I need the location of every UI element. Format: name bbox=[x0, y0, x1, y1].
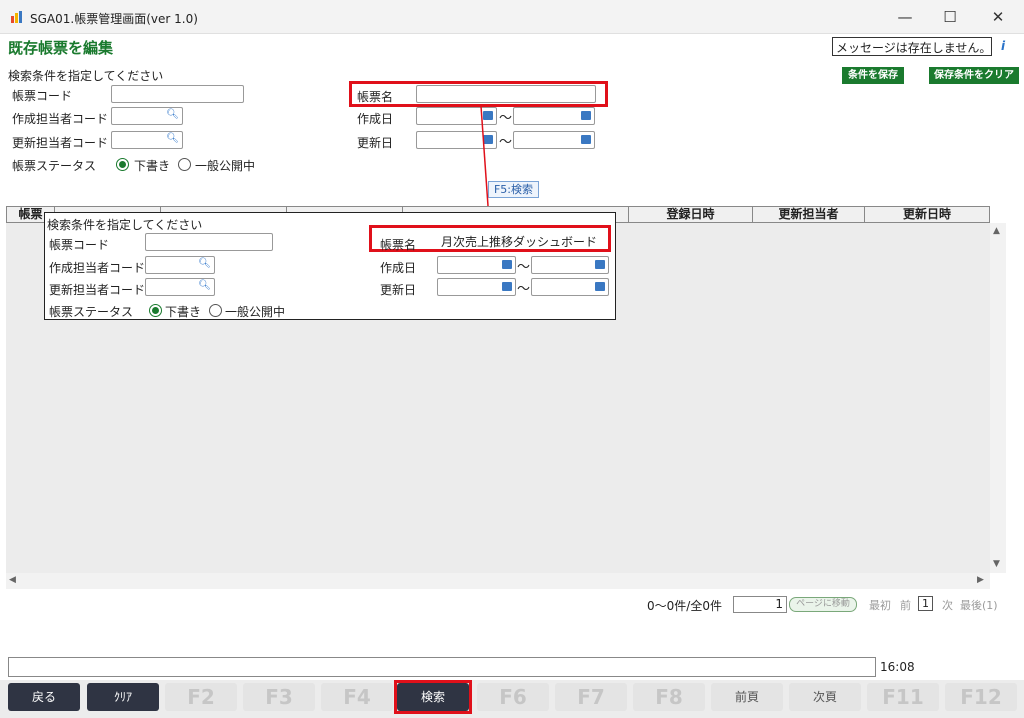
prev-page-key[interactable]: 前頁 bbox=[711, 683, 783, 711]
zoom-report-code-input[interactable] bbox=[145, 233, 273, 251]
updated-date-to[interactable] bbox=[513, 131, 595, 149]
scroll-up-icon[interactable]: ▲ bbox=[993, 226, 1000, 236]
zoom-updated-date-from[interactable] bbox=[437, 278, 516, 296]
info-icon[interactable]: i bbox=[1001, 39, 1005, 53]
report-code-label: 帳票コード bbox=[12, 89, 73, 103]
prev-page-link[interactable]: 前 bbox=[900, 597, 911, 613]
window-title: SGA01.帳票管理画面(ver 1.0) bbox=[30, 12, 198, 26]
horizontal-scrollbar[interactable]: ◀ ▶ bbox=[6, 573, 990, 589]
f3-key[interactable]: F3 bbox=[243, 683, 315, 711]
column-header-updated[interactable]: 更新日時 bbox=[865, 207, 989, 222]
f6-key[interactable]: F6 bbox=[477, 683, 549, 711]
zoom-updated-date-to[interactable] bbox=[531, 278, 609, 296]
zoom-report-code-label: 帳票コード bbox=[49, 238, 110, 252]
creator-code-input[interactable]: 🔍︎ bbox=[111, 107, 183, 125]
close-icon[interactable]: ✕ bbox=[978, 6, 1018, 28]
updater-code-input[interactable]: 🔍︎ bbox=[111, 131, 183, 149]
page-title: 既存帳票を編集 bbox=[8, 39, 114, 57]
zoom-status-label: 帳票ステータス bbox=[49, 305, 134, 319]
save-conditions-button[interactable]: 条件を保存 bbox=[842, 67, 904, 84]
zoom-status-draft-radio[interactable] bbox=[149, 304, 162, 317]
calendar-icon[interactable] bbox=[502, 260, 512, 269]
zoom-created-date-to[interactable] bbox=[531, 256, 609, 274]
report-code-input[interactable] bbox=[111, 85, 244, 103]
status-public-radio[interactable] bbox=[178, 158, 191, 171]
zoom-date-range-tilde: 〜 bbox=[517, 282, 531, 297]
search-icon[interactable]: 🔍︎ bbox=[198, 258, 211, 269]
page-number-input[interactable]: 1 bbox=[733, 596, 787, 613]
creator-code-label: 作成担当者コード bbox=[12, 112, 109, 126]
updater-code-label: 更新担当者コード bbox=[12, 136, 109, 150]
zoom-updater-code-input[interactable]: 🔍︎ bbox=[145, 278, 215, 296]
status-draft-label: 下書き bbox=[134, 159, 171, 173]
date-range-tilde: 〜 bbox=[499, 135, 513, 150]
search-key[interactable]: 検索 bbox=[397, 683, 469, 711]
report-name-label: 帳票名 bbox=[357, 90, 394, 104]
zoom-report-name-label: 帳票名 bbox=[380, 238, 417, 252]
go-to-page-button[interactable]: ページに移動 bbox=[789, 597, 857, 612]
zoom-created-date-label: 作成日 bbox=[380, 261, 417, 275]
zoom-date-range-tilde: 〜 bbox=[517, 260, 531, 275]
zoom-creator-code-input[interactable]: 🔍︎ bbox=[145, 256, 215, 274]
scroll-right-icon[interactable]: ▶ bbox=[977, 575, 984, 585]
result-count: 0〜0件/全0件 bbox=[647, 599, 722, 613]
calendar-icon[interactable] bbox=[502, 282, 512, 291]
clear-button[interactable]: ｸﾘｱ bbox=[87, 683, 159, 711]
clear-saved-conditions-button[interactable]: 保存条件をクリア bbox=[929, 67, 1019, 84]
search-icon[interactable]: 🔍︎ bbox=[166, 109, 179, 120]
message-box: メッセージは存在しません。 bbox=[832, 37, 992, 56]
f2-key[interactable]: F2 bbox=[165, 683, 237, 711]
zoom-status-draft-label: 下書き bbox=[165, 305, 202, 319]
vertical-scrollbar[interactable]: ▲ ▼ bbox=[990, 223, 1006, 573]
next-page-link[interactable]: 次 bbox=[942, 597, 953, 613]
current-page: 1 bbox=[918, 596, 933, 611]
scroll-down-icon[interactable]: ▼ bbox=[993, 559, 1000, 569]
scroll-left-icon[interactable]: ◀ bbox=[9, 575, 16, 585]
f8-key[interactable]: F8 bbox=[633, 683, 705, 711]
f4-key[interactable]: F4 bbox=[321, 683, 393, 711]
zoom-updated-date-label: 更新日 bbox=[380, 283, 417, 297]
last-page-link[interactable]: 最後(1) bbox=[960, 597, 998, 613]
search-section-title: 検索条件を指定してください bbox=[8, 69, 164, 83]
f11-key[interactable]: F11 bbox=[867, 683, 939, 711]
zoom-status-public-label: 一般公開中 bbox=[225, 305, 286, 319]
search-icon[interactable]: 🔍︎ bbox=[166, 133, 179, 144]
f7-key[interactable]: F7 bbox=[555, 683, 627, 711]
maximize-icon[interactable]: ☐ bbox=[930, 6, 970, 28]
app-icon bbox=[11, 11, 22, 23]
back-button[interactable]: 戻る bbox=[8, 683, 80, 711]
next-page-key[interactable]: 次頁 bbox=[789, 683, 861, 711]
updated-date-label: 更新日 bbox=[357, 136, 394, 150]
calendar-icon[interactable] bbox=[595, 282, 605, 291]
zoom-creator-code-label: 作成担当者コード bbox=[49, 261, 146, 275]
created-date-label: 作成日 bbox=[357, 112, 394, 126]
status-label: 帳票ステータス bbox=[12, 159, 97, 173]
created-date-to[interactable] bbox=[513, 107, 595, 125]
zoom-callout: 検索条件を指定してください 帳票コード 作成担当者コード 🔍︎ 更新担当者コード… bbox=[44, 212, 616, 320]
column-header-registered[interactable]: 登録日時 bbox=[629, 207, 753, 222]
calendar-icon[interactable] bbox=[581, 135, 591, 144]
date-range-tilde: 〜 bbox=[499, 111, 513, 126]
status-draft-radio[interactable] bbox=[116, 158, 129, 171]
status-bar bbox=[8, 657, 876, 677]
column-header-updater[interactable]: 更新担当者 bbox=[753, 207, 865, 222]
f12-key[interactable]: F12 bbox=[945, 683, 1017, 711]
zoom-status-public-radio[interactable] bbox=[209, 304, 222, 317]
search-icon[interactable]: 🔍︎ bbox=[198, 280, 211, 291]
report-name-input[interactable] bbox=[416, 85, 596, 103]
minimize-icon[interactable]: — bbox=[885, 6, 925, 28]
first-page-link[interactable]: 最初 bbox=[869, 597, 891, 613]
calendar-icon[interactable] bbox=[595, 260, 605, 269]
calendar-icon[interactable] bbox=[581, 111, 591, 120]
clock: 16:08 bbox=[880, 660, 915, 674]
zoom-section-title: 検索条件を指定してください bbox=[47, 218, 203, 232]
zoom-report-name-input[interactable]: 月次売上推移ダッシュボード bbox=[437, 232, 605, 250]
zoom-updater-code-label: 更新担当者コード bbox=[49, 283, 146, 297]
status-public-label: 一般公開中 bbox=[195, 159, 256, 173]
zoom-created-date-from[interactable] bbox=[437, 256, 516, 274]
